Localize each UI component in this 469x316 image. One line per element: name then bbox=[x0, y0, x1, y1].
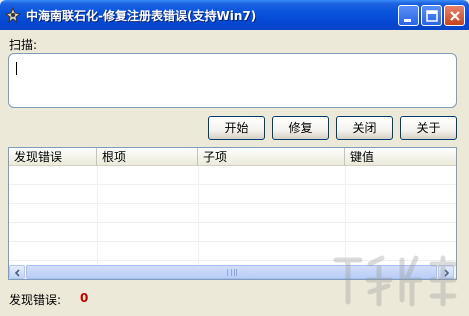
table-row bbox=[9, 223, 456, 242]
text-caret bbox=[16, 62, 17, 75]
column-header-root[interactable]: 根项 bbox=[97, 148, 198, 166]
main-window: 中海南联石化-修复注册表错误(支持Win7) 扫描: 开始 修复 关闭 关于 发… bbox=[0, 0, 469, 316]
error-count-label: 发现错误: bbox=[9, 293, 62, 307]
about-button[interactable]: 关于 bbox=[400, 116, 457, 140]
column-header-value[interactable]: 键值 bbox=[345, 148, 456, 166]
close-button[interactable]: 关闭 bbox=[336, 116, 393, 140]
scan-output-box[interactable] bbox=[8, 53, 457, 108]
watermark-logo bbox=[333, 255, 457, 307]
column-divider bbox=[97, 166, 98, 266]
title-bar[interactable]: 中海南联石化-修复注册表错误(支持Win7) bbox=[0, 0, 469, 30]
error-count-value: 0 bbox=[80, 291, 89, 305]
minimize-button[interactable] bbox=[398, 5, 419, 26]
maximize-button[interactable] bbox=[421, 5, 442, 26]
window-title: 中海南联石化-修复注册表错误(支持Win7) bbox=[26, 9, 257, 23]
column-header-subkey[interactable]: 子项 bbox=[198, 148, 345, 166]
grip-icon bbox=[227, 269, 237, 276]
maximize-icon bbox=[426, 10, 438, 22]
scan-label: 扫描: bbox=[9, 38, 38, 52]
column-divider bbox=[198, 166, 199, 266]
minimize-icon bbox=[404, 19, 411, 22]
repair-button[interactable]: 修复 bbox=[272, 116, 329, 140]
table-row bbox=[9, 185, 456, 204]
table-row bbox=[9, 166, 456, 185]
scroll-left-button[interactable] bbox=[9, 265, 25, 279]
app-icon bbox=[5, 7, 21, 23]
chevron-left-icon bbox=[14, 269, 20, 277]
close-icon bbox=[450, 11, 460, 21]
column-header-error[interactable]: 发现错误 bbox=[9, 148, 97, 166]
table-row bbox=[9, 204, 456, 223]
close-window-button[interactable] bbox=[444, 5, 465, 26]
start-button[interactable]: 开始 bbox=[208, 116, 265, 140]
table-header: 发现错误 根项 子项 键值 bbox=[9, 148, 456, 166]
